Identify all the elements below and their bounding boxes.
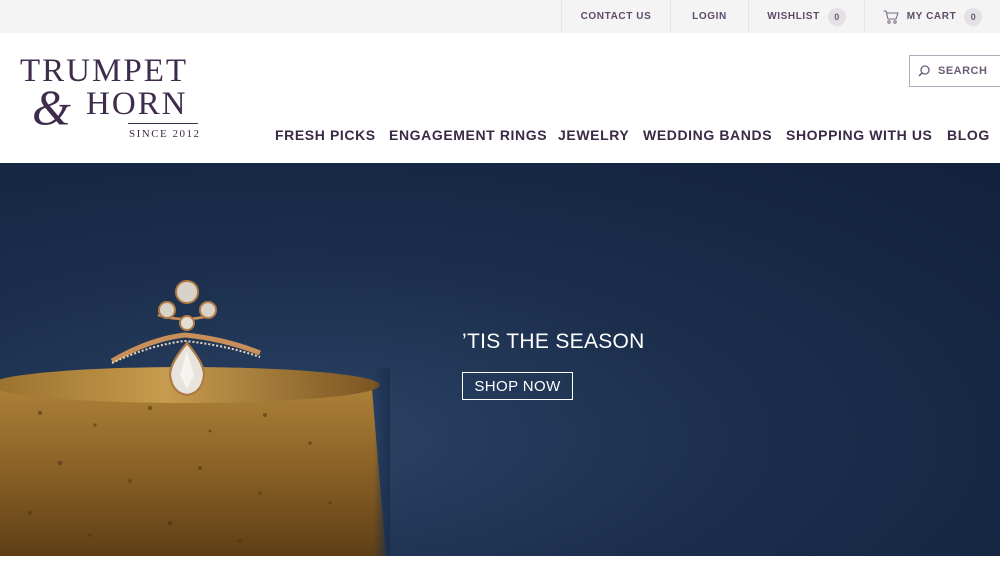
nav-shopping-with-us[interactable]: SHOPPING WITH US [786,126,933,144]
logo-since: SINCE 2012 [129,128,201,140]
nav-blog[interactable]: BLOG [947,126,990,144]
nav-jewelry[interactable]: JEWELRY [558,126,629,144]
nav-wedding-bands[interactable]: WEDDING BANDS [643,126,772,144]
search-label: SEARCH [938,65,988,77]
wishlist-link[interactable]: WISHLIST 0 [748,0,864,33]
logo-line-horn: HORN [86,86,188,122]
nav-fresh-picks[interactable]: FRESH PICKS [275,126,376,144]
wishlist-count-badge: 0 [827,7,846,26]
search-icon [918,65,930,77]
logo-divider [128,123,198,124]
login-link[interactable]: LOGIN [670,0,748,33]
login-label: LOGIN [692,11,727,22]
contact-us-label: CONTACT US [580,11,652,22]
site-header: TRUMPET & HORN SINCE 2012 SEARCH FRESH P… [0,33,1000,162]
page-bottom [0,556,1000,572]
logo-ampersand: & [32,79,71,135]
hero-banner[interactable]: ’TIS THE SEASON SHOP NOW [0,163,1000,556]
cart-icon [883,9,899,24]
hero-image [0,280,390,556]
search-button[interactable]: SEARCH [909,55,1000,87]
cart-link[interactable]: MY CART 0 [864,0,1000,33]
contact-us-link[interactable]: CONTACT US [561,0,670,33]
brand-logo[interactable]: TRUMPET & HORN SINCE 2012 [20,55,204,145]
cart-label: MY CART [906,11,957,22]
shop-now-button[interactable]: SHOP NOW [462,372,573,400]
wishlist-label: WISHLIST [767,11,820,22]
utility-bar: CONTACT US LOGIN WISHLIST 0 MY CART 0 [0,0,1000,33]
cart-count-badge: 0 [964,7,983,26]
nav-engagement-rings[interactable]: ENGAGEMENT RINGS [389,126,547,144]
hero-title: ’TIS THE SEASON [462,330,645,353]
